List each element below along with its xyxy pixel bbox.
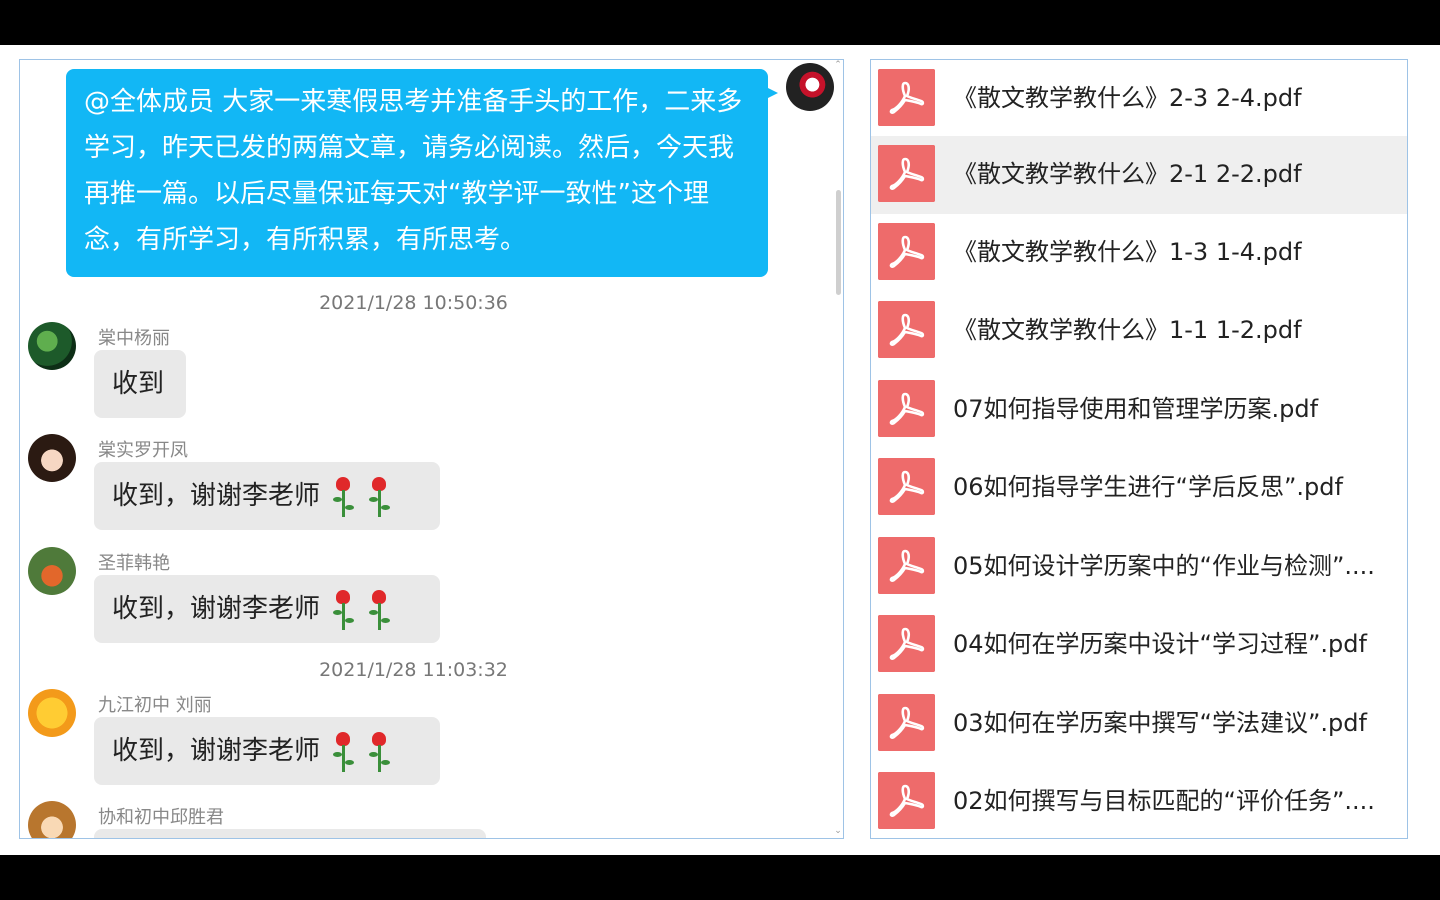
- avatar[interactable]: [28, 547, 76, 595]
- file-row[interactable]: 03如何在学历案中撰写“学法建议”.pdf: [871, 685, 1407, 763]
- scroll-up-icon[interactable]: ⌃: [834, 61, 842, 70]
- pdf-file-icon: [878, 615, 935, 672]
- file-row-selected[interactable]: 《散文教学教什么》2-1 2-2.pdf: [871, 136, 1407, 214]
- timestamp: 2021/1/28 10:50:36: [319, 292, 508, 314]
- file-row[interactable]: 《散文教学教什么》1-1 1-2.pdf: [871, 292, 1407, 370]
- file-name: 04如何在学历案中设计“学习过程”.pdf: [953, 630, 1367, 658]
- rose-emoji: [330, 730, 356, 774]
- pdf-file-icon: [878, 458, 935, 515]
- pdf-file-icon: [878, 145, 935, 202]
- rose-emoji: [366, 730, 392, 774]
- sender-name: 棠中杨丽: [98, 328, 170, 349]
- chat-panel[interactable]: @全体成员 大家一来寒假思考并准备手头的工作，二来多学习，昨天已发的两篇文章，请…: [19, 59, 844, 839]
- sender-name: 棠实罗开凤: [98, 440, 188, 461]
- scroll-down-icon[interactable]: ⌄: [834, 827, 842, 836]
- file-name: 07如何指导使用和管理学历案.pdf: [953, 395, 1319, 423]
- pdf-file-icon: [878, 69, 935, 126]
- file-name: 《散文教学教什么》1-3 1-4.pdf: [953, 238, 1302, 266]
- file-name: 《散文教学教什么》1-1 1-2.pdf: [953, 316, 1302, 344]
- pdf-file-icon: [878, 380, 935, 437]
- message-text: 收到: [112, 369, 165, 399]
- sender-name: 九江初中 刘丽: [98, 695, 212, 716]
- message-bubble[interactable]: 收到，谢谢李老师: [94, 462, 440, 530]
- avatar[interactable]: [28, 689, 76, 737]
- avatar[interactable]: [28, 434, 76, 482]
- pdf-file-icon: [878, 223, 935, 280]
- pdf-file-icon: [878, 772, 935, 829]
- rose-emoji: [366, 475, 392, 519]
- message-bubble[interactable]: [94, 829, 486, 838]
- message-text: 收到，谢谢李老师: [112, 736, 321, 766]
- message-bubble[interactable]: 收到，谢谢李老师: [94, 575, 440, 643]
- message-text: 收到，谢谢李老师: [112, 481, 321, 511]
- pdf-file-icon: [878, 694, 935, 751]
- file-row[interactable]: 06如何指导学生进行“学后反思”.pdf: [871, 449, 1407, 527]
- file-row[interactable]: 04如何在学历案中设计“学习过程”.pdf: [871, 606, 1407, 684]
- message-bubble[interactable]: 收到: [94, 350, 186, 418]
- file-row[interactable]: 07如何指导使用和管理学历案.pdf: [871, 371, 1407, 449]
- pdf-file-icon: [878, 537, 935, 594]
- rose-emoji: [330, 588, 356, 632]
- message-bubble[interactable]: 收到，谢谢李老师: [94, 717, 440, 785]
- sender-name: 协和初中邱胜君: [98, 807, 224, 828]
- file-row[interactable]: 《散文教学教什么》1-3 1-4.pdf: [871, 214, 1407, 292]
- file-name: 03如何在学历案中撰写“学法建议”.pdf: [953, 709, 1367, 737]
- my-avatar[interactable]: [786, 63, 834, 111]
- chat-scrollbar[interactable]: ⌃ ⌄: [834, 60, 843, 838]
- file-name: 02如何撰写与目标匹配的“评价任务”....: [953, 787, 1375, 815]
- file-name: 05如何设计学历案中的“作业与检测”....: [953, 552, 1375, 580]
- file-row[interactable]: 《散文教学教什么》2-3 2-4.pdf: [871, 60, 1407, 138]
- rose-emoji: [330, 475, 356, 519]
- timestamp: 2021/1/28 11:03:32: [319, 659, 508, 681]
- scroll-thumb[interactable]: [836, 190, 841, 295]
- pdf-file-icon: [878, 301, 935, 358]
- sender-name: 圣菲韩艳: [98, 553, 170, 574]
- sent-message-bubble[interactable]: @全体成员 大家一来寒假思考并准备手头的工作，二来多学习，昨天已发的两篇文章，请…: [66, 69, 778, 277]
- file-name: 《散文教学教什么》2-1 2-2.pdf: [953, 160, 1302, 188]
- message-text: 收到，谢谢李老师: [112, 594, 321, 624]
- rose-emoji: [366, 588, 392, 632]
- avatar[interactable]: [28, 801, 76, 838]
- file-name: 06如何指导学生进行“学后反思”.pdf: [953, 473, 1343, 501]
- file-name: 《散文教学教什么》2-3 2-4.pdf: [953, 84, 1302, 112]
- file-row[interactable]: 05如何设计学历案中的“作业与检测”....: [871, 528, 1407, 606]
- avatar[interactable]: [28, 322, 76, 370]
- file-row[interactable]: 02如何撰写与目标匹配的“评价任务”....: [871, 763, 1407, 838]
- file-list-panel[interactable]: 《散文教学教什么》2-3 2-4.pdf 《散文教学教什么》2-1 2-2.pd…: [870, 59, 1408, 839]
